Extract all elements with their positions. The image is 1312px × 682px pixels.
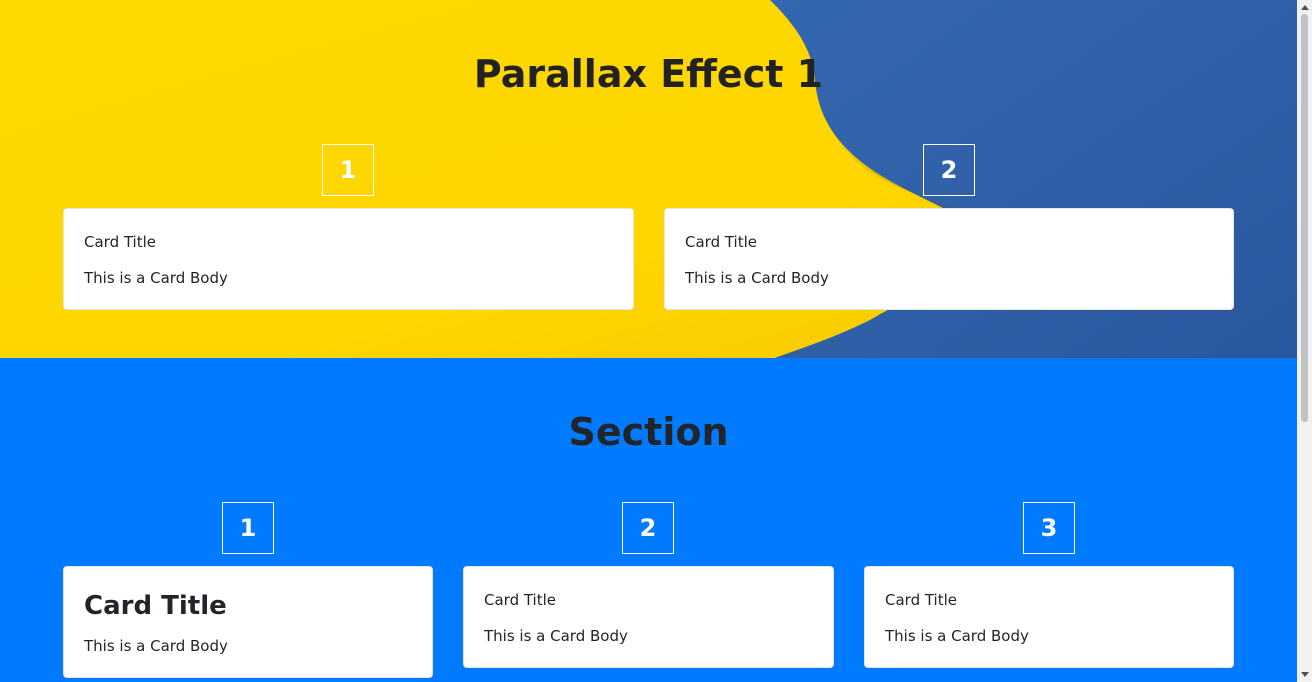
scrollbar-thumb[interactable]: [1301, 14, 1308, 422]
hero-card: Card Title This is a Card Body: [63, 208, 634, 310]
section-card: Card Title This is a Card Body: [63, 566, 433, 678]
section-card: Card Title This is a Card Body: [864, 566, 1234, 668]
hero-card: Card Title This is a Card Body: [664, 208, 1234, 310]
card-body: This is a Card Body: [885, 627, 1029, 645]
content-section: Section 1 2 3 Card Title This is a Card …: [0, 358, 1297, 682]
card-body: This is a Card Body: [484, 627, 628, 645]
scroll-down-arrow-icon[interactable]: [1297, 668, 1312, 682]
section-card: Card Title This is a Card Body: [463, 566, 834, 668]
card-body: This is a Card Body: [685, 269, 829, 287]
vertical-scrollbar[interactable]: [1297, 0, 1312, 682]
scroll-up-arrow-icon[interactable]: [1297, 0, 1312, 14]
parallax-hero: Parallax Effect 1 1 2 Card Title This is…: [0, 0, 1297, 358]
card-title: Card Title: [484, 591, 557, 609]
hero-number-box: 2: [923, 144, 975, 196]
section-title: Section: [568, 410, 729, 454]
section-number-box: 3: [1023, 502, 1075, 554]
card-body: This is a Card Body: [84, 637, 228, 655]
card-title: Card Title: [84, 233, 157, 251]
card-body: This is a Card Body: [84, 269, 228, 287]
hero-number-box: 1: [322, 144, 374, 196]
card-title: Card Title: [685, 233, 758, 251]
card-title: Card Title: [885, 591, 958, 609]
page-viewport: Parallax Effect 1 1 2 Card Title This is…: [0, 0, 1312, 682]
card-title: Card Title: [84, 591, 227, 621]
section-number-box: 1: [222, 502, 274, 554]
hero-title: Parallax Effect 1: [473, 52, 824, 96]
section-number-box: 2: [622, 502, 674, 554]
